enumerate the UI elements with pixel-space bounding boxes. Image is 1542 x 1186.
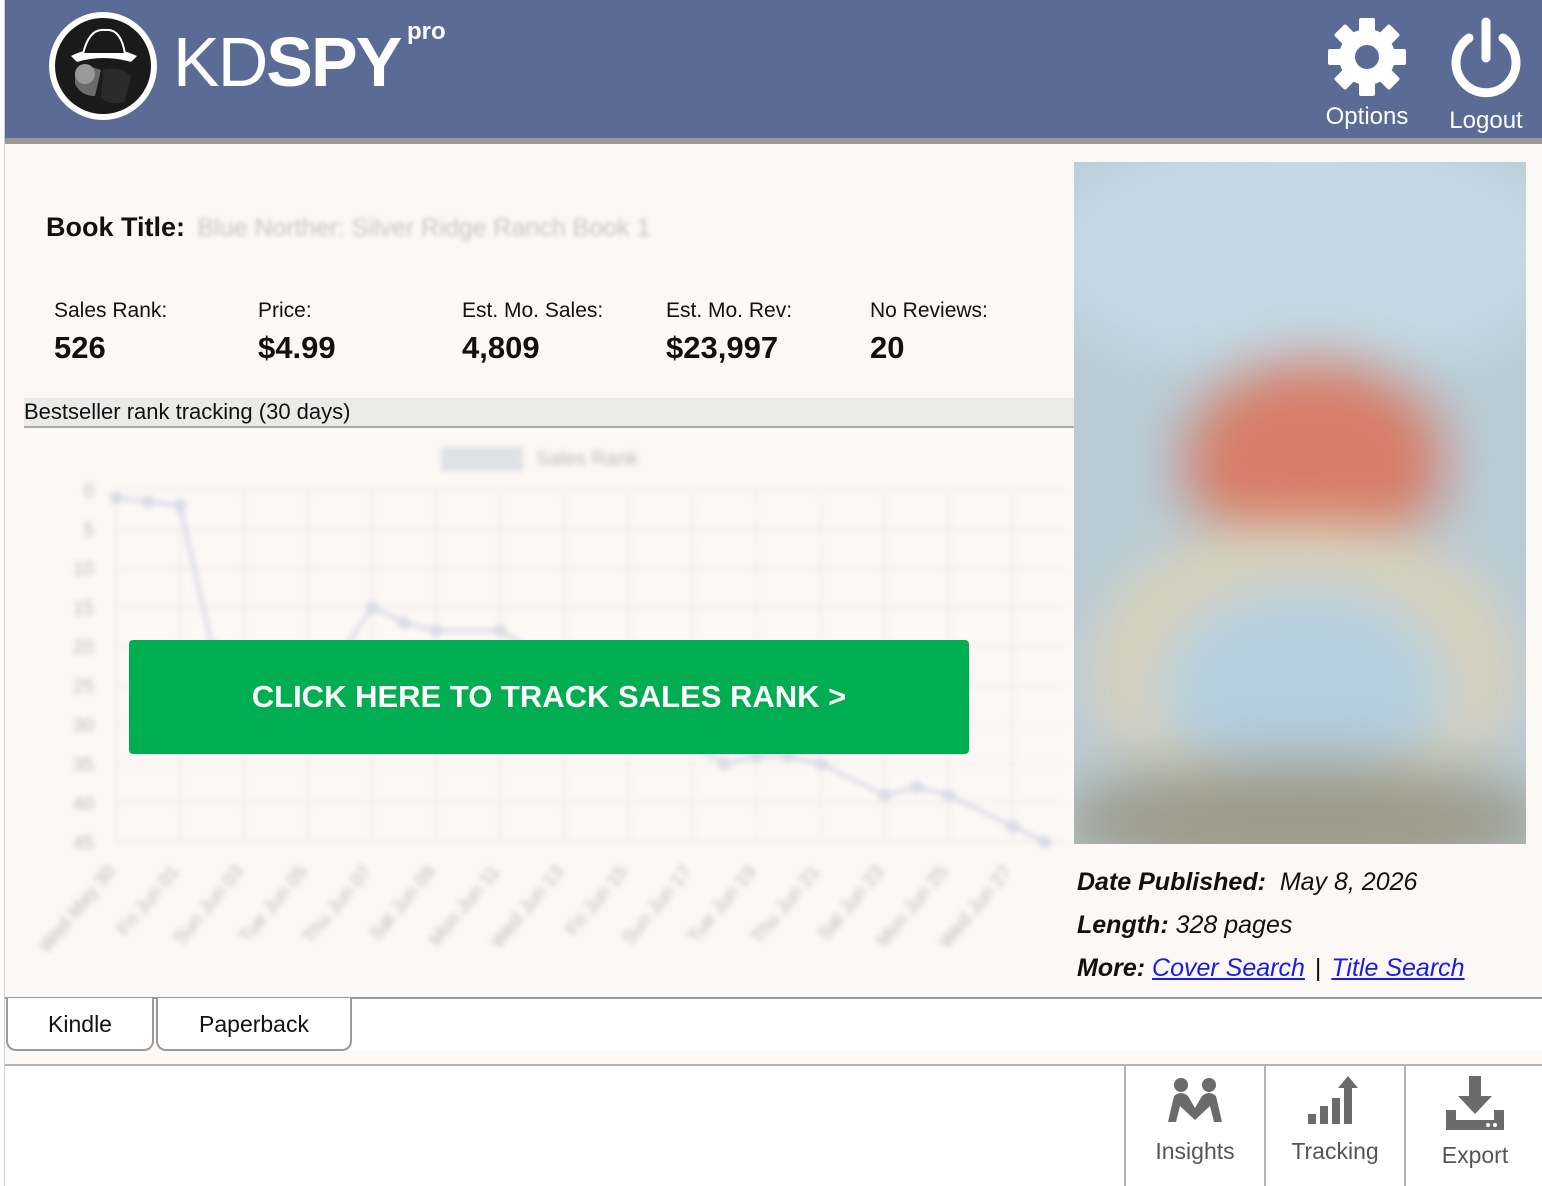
brand-wordmark: KDSPY [173, 22, 402, 102]
chart-y-tick: 35 [73, 755, 94, 776]
section-title: Bestseller rank tracking (30 days) [24, 399, 351, 424]
tab-paperback[interactable]: Paperback [156, 998, 352, 1051]
chart-point [718, 758, 731, 770]
chart-legend-label: Sales Rank [536, 448, 639, 470]
insights-button[interactable]: Insights [1124, 1066, 1264, 1186]
spy-logo-icon [49, 12, 157, 120]
stat-value: $4.99 [258, 330, 336, 365]
cover-ground [1074, 762, 1526, 844]
date-published-row: Date Published: May 8, 2026 [1077, 867, 1417, 897]
stat-value: 20 [870, 330, 905, 365]
chart-y-tick: 30 [73, 716, 94, 737]
stat-value: 4,809 [462, 330, 540, 365]
header-divider [5, 138, 1542, 144]
chart-y-tick: 0 [83, 481, 94, 502]
title-search-link[interactable]: Title Search [1331, 954, 1464, 982]
brand-spy: SPY [266, 23, 402, 101]
track-sales-rank-button[interactable]: CLICK HERE TO TRACK SALES RANK > [129, 640, 969, 754]
date-published-label: Date Published: [1077, 868, 1266, 896]
logout-button[interactable]: Logout [1436, 16, 1536, 136]
export-button[interactable]: Export [1404, 1066, 1542, 1186]
stat-sales-rank: Sales Rank: 526 [54, 298, 254, 368]
cover-search-link[interactable]: Cover Search [1152, 954, 1305, 982]
more-label: More: [1077, 954, 1146, 982]
chart-x-tick: Wed May 30 [35, 862, 119, 957]
book-cover-image[interactable] [1074, 162, 1526, 844]
chart-point [878, 789, 891, 801]
chart-point [142, 495, 154, 508]
chart-point [430, 625, 443, 637]
length-row: Length: 328 pages [1077, 910, 1292, 940]
logout-label: Logout [1449, 107, 1523, 134]
app-header: KDSPY pro Options Logout [5, 0, 1542, 138]
download-icon [1446, 1076, 1504, 1130]
tracking-label: Tracking [1291, 1138, 1379, 1164]
length-value: 328 pages [1175, 911, 1293, 939]
chart-point [398, 617, 410, 629]
chart-y-tick: 25 [73, 677, 94, 698]
insights-label: Insights [1155, 1138, 1235, 1164]
more-row: More: Cover Search | Title Search [1077, 953, 1465, 983]
stat-label: Price: [258, 299, 312, 322]
stat-value: 526 [54, 330, 106, 365]
chart-point [110, 492, 122, 504]
stat-no-reviews: No Reviews: 20 [870, 298, 1070, 368]
stat-label: Est. Mo. Sales: [462, 299, 604, 322]
stat-est-mo-rev: Est. Mo. Rev: $23,997 [666, 298, 866, 368]
chart-point [366, 601, 378, 614]
power-icon [1451, 17, 1521, 98]
tab-strip [352, 999, 1542, 1051]
tracking-button[interactable]: Tracking [1264, 1066, 1404, 1186]
book-title-label: Book Title: [46, 212, 186, 242]
stat-label: No Reviews: [870, 299, 988, 322]
chart-y-tick: 45 [73, 833, 94, 854]
brand-pro-label: pro [407, 18, 446, 45]
background-page-edge [0, 0, 5, 1186]
chart-y-tick: 40 [73, 794, 94, 815]
chart-point [942, 789, 955, 801]
chart-point [1007, 820, 1019, 833]
options-label: Options [1325, 103, 1409, 130]
insights-icon [1168, 1078, 1222, 1122]
stat-price: Price: $4.99 [258, 298, 458, 368]
stat-label: Sales Rank: [54, 299, 168, 322]
chart-y-tick: 10 [73, 559, 94, 580]
length-label: Length: [1077, 911, 1169, 939]
rank-tracking-section-header: Bestseller rank tracking (30 days) [24, 398, 1074, 428]
book-title-value: Blue Norther: Silver Ridge Ranch Book 1 [197, 214, 651, 242]
link-separator: | [1314, 954, 1322, 982]
chart-point [1039, 836, 1051, 848]
kdspy-window: KDSPY pro Options Logout Book Title: Blu… [0, 0, 1542, 1186]
options-button[interactable]: Options [1317, 16, 1417, 136]
gear-icon [1328, 18, 1406, 96]
book-title-row: Book Title: Blue Norther: Silver Ridge R… [46, 212, 650, 248]
chart-y-tick: 20 [73, 637, 94, 658]
export-label: Export [1441, 1142, 1509, 1168]
chart-point [174, 499, 186, 512]
chart-legend-swatch [441, 447, 523, 471]
stat-est-mo-sales: Est. Mo. Sales: 4,809 [462, 298, 662, 368]
chart-x-tick: Fri Jun 15 [562, 862, 632, 940]
chart-point [814, 758, 827, 770]
tracking-chart-icon [1308, 1076, 1358, 1124]
cover-sky [1074, 162, 1526, 382]
stat-label: Est. Mo. Rev: [666, 299, 793, 322]
brand-kd: KD [173, 23, 268, 101]
chart-point [494, 625, 507, 637]
chart-y-tick: 15 [73, 598, 94, 619]
chart-point [910, 781, 923, 793]
tab-kindle[interactable]: Kindle [6, 998, 154, 1051]
date-published-value: May 8, 2026 [1279, 868, 1418, 896]
chart-y-tick: 5 [83, 520, 94, 541]
stat-value: $23,997 [666, 330, 779, 365]
chart-x-tick: Fri Jun 01 [113, 862, 183, 940]
